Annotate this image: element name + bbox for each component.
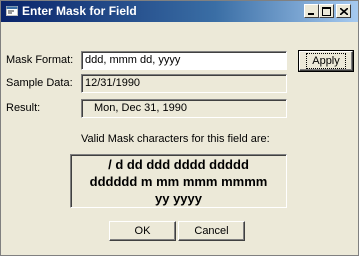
result-field: Mon, Dec 31, 1990 [81,99,287,118]
mask-format-label: Mask Format: [6,54,74,66]
valid-chars-box: / d dd ddd dddd ddddd dddddd m mm mmm mm… [70,154,287,208]
valid-chars-line: dddddd m mm mmm mmmm [89,174,268,189]
ok-button[interactable]: OK [109,221,176,241]
minimize-button[interactable] [304,4,319,18]
app-icon [6,5,18,17]
result-label: Result: [6,102,41,114]
sample-data-field: 12/31/1990 [81,74,287,93]
dialog-window: Enter Mask for Field Mask Format: ddd, m… [0,0,359,256]
maximize-icon [322,6,331,16]
title-bar[interactable]: Enter Mask for Field [1,1,358,22]
maximize-button[interactable] [319,4,334,18]
close-icon [339,7,348,15]
apply-button-label: Apply [306,53,346,69]
valid-chars-line: yy yyyy [155,191,202,206]
valid-chars-caption: Valid Mask characters for this field are… [81,133,270,145]
mask-format-input[interactable]: ddd, mmm dd, yyyy [81,51,287,70]
close-button[interactable] [336,4,351,18]
sample-data-label: Sample Data: [6,77,73,89]
minimize-icon [307,12,314,15]
cancel-button[interactable]: Cancel [178,221,245,241]
window-title: Enter Mask for Field [22,4,137,18]
apply-button[interactable]: Apply [298,50,354,72]
valid-chars-line: / d dd ddd dddd ddddd [108,157,249,172]
